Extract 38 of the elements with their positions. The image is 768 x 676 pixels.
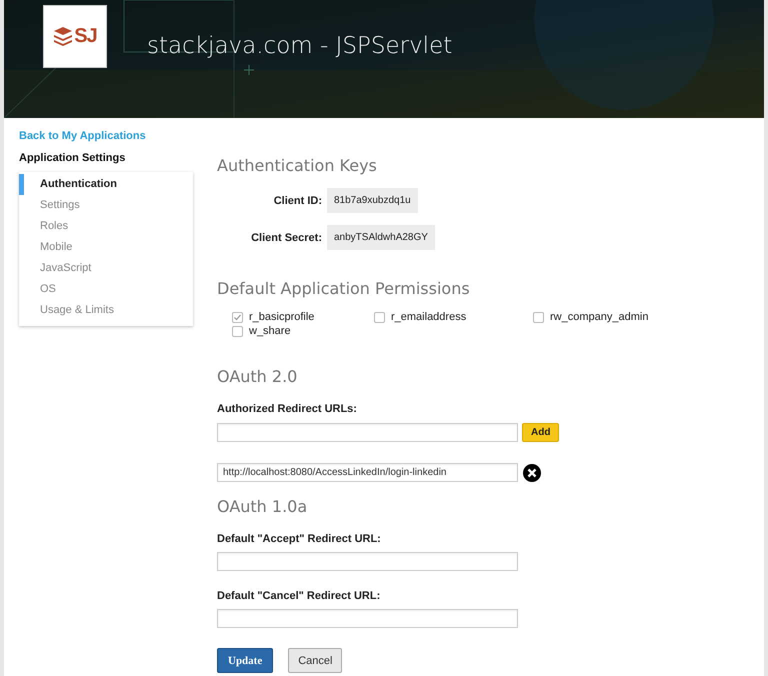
field-label: Default "Accept" Redirect URL: [217, 533, 381, 545]
field-value: anbyTSAldwhA28GY [327, 225, 435, 250]
permission-checkbox[interactable]: rw_company_admin [533, 311, 663, 323]
url-input[interactable] [217, 609, 518, 628]
field-label: Authorized Redirect URLs: [217, 403, 357, 415]
nav-item[interactable]: Roles [19, 216, 193, 237]
field-label: Default "Cancel" Redirect URL: [217, 590, 380, 602]
nav-item[interactable]: Settings [19, 195, 193, 216]
section-heading: OAuth 1.0a [217, 497, 308, 518]
checkbox[interactable] [232, 312, 243, 322]
nav-item[interactable]: Usage & Limits [19, 300, 193, 321]
section-heading: OAuth 2.0 [217, 367, 298, 388]
permission-checkbox[interactable]: w_share [232, 325, 374, 337]
nav-item[interactable]: OS [19, 279, 193, 300]
add-button[interactable]: Add [522, 423, 560, 442]
field-label: Client ID: [272, 194, 322, 206]
section-heading: Application Settings [19, 152, 126, 164]
url-input[interactable] [217, 423, 518, 442]
update-button[interactable]: Update [217, 648, 274, 673]
section-heading: Default Application Permissions [217, 279, 471, 300]
checkbox[interactable] [533, 312, 544, 322]
cancel-button[interactable]: Cancel [288, 648, 342, 673]
url-input[interactable] [217, 552, 518, 571]
permission-checkbox[interactable]: r_emailaddress [374, 311, 533, 323]
app-title: stackjava.com - JSPServlet [147, 32, 452, 58]
checkbox[interactable] [232, 326, 243, 336]
nav-item[interactable]: JavaScript [19, 258, 193, 279]
checkbox[interactable] [374, 312, 385, 322]
nav-item[interactable]: Authentication [19, 174, 193, 195]
field-label: Client Secret: [250, 232, 322, 244]
remove-icon[interactable] [523, 464, 541, 482]
section-heading: Authentication Keys [217, 156, 378, 177]
logo-text: SJ [74, 25, 97, 48]
stack-icon [53, 26, 74, 48]
field-value: 81b7a9xubzdq1u [327, 188, 418, 213]
permission-checkbox[interactable]: r_basicprofile [232, 311, 374, 323]
nav-item[interactable]: Mobile [19, 237, 193, 258]
url-input[interactable]: http://localhost:8080/AccessLinkedIn/login-linkedin [217, 463, 518, 482]
